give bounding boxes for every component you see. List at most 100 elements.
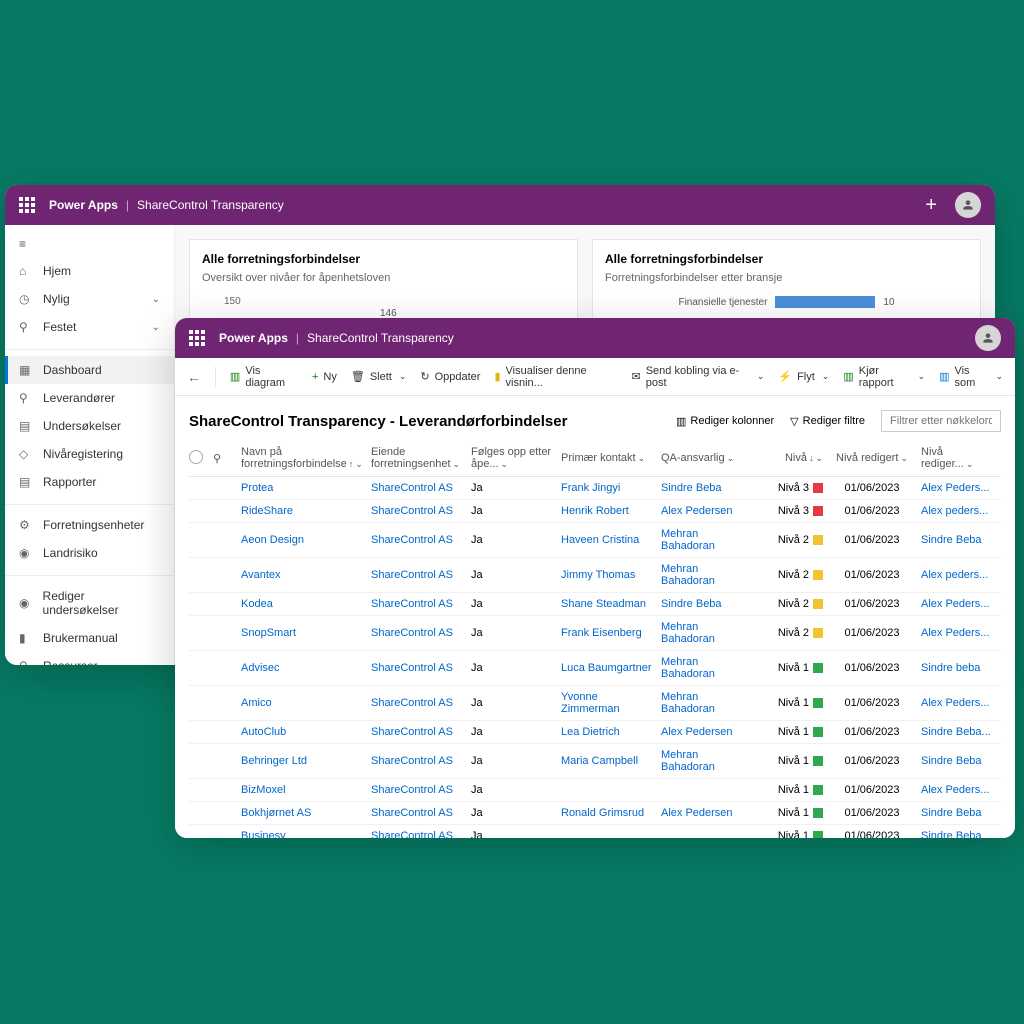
table-row[interactable]: Advisec ShareControl AS Ja Luca Baumgart…: [189, 651, 1001, 686]
editor-link[interactable]: Alex Peders...: [921, 697, 989, 709]
col-date[interactable]: Nivå redigert⌄: [827, 452, 917, 464]
user-avatar[interactable]: [975, 325, 1001, 351]
supplier-link[interactable]: Kodea: [241, 598, 273, 610]
app-launcher-icon[interactable]: [189, 330, 205, 346]
app-launcher-icon[interactable]: [19, 197, 35, 213]
owner-link[interactable]: ShareControl AS: [371, 807, 453, 819]
supplier-link[interactable]: Protea: [241, 482, 273, 494]
table-row[interactable]: Businesy ShareControl AS Ja Nivå 1 01/06…: [189, 825, 1001, 838]
nav-item-unders-kelser[interactable]: ▤Undersøkelser: [5, 412, 174, 440]
editor-link[interactable]: Alex peders...: [921, 569, 988, 581]
qa-link[interactable]: Mehran Bahadoran: [661, 691, 715, 715]
nav-item-festet[interactable]: ⚲Festet⌄: [5, 313, 174, 341]
contact-link[interactable]: Jimmy Thomas: [561, 569, 635, 581]
editor-link[interactable]: Alex Peders...: [921, 598, 989, 610]
show-diagram-button[interactable]: ▥Vis diagram: [230, 365, 298, 389]
owner-link[interactable]: ShareControl AS: [371, 755, 453, 767]
supplier-link[interactable]: Bokhjørnet AS: [241, 807, 311, 819]
editor-link[interactable]: Sindre Beba: [921, 755, 982, 767]
supplier-link[interactable]: Amico: [241, 697, 272, 709]
table-row[interactable]: Behringer Ltd ShareControl AS Ja Maria C…: [189, 744, 1001, 779]
qa-link[interactable]: Mehran Bahadoran: [661, 656, 715, 680]
editor-link[interactable]: Alex Peders...: [921, 784, 989, 796]
owner-link[interactable]: ShareControl AS: [371, 662, 453, 674]
owner-link[interactable]: ShareControl AS: [371, 482, 453, 494]
editor-link[interactable]: Sindre beba: [921, 662, 980, 674]
table-row[interactable]: Amico ShareControl AS Ja Yvonne Zimmerma…: [189, 686, 1001, 721]
supplier-link[interactable]: Avantex: [241, 569, 281, 581]
nav-item-hjem[interactable]: ⌂Hjem: [5, 257, 174, 285]
supplier-link[interactable]: Aeon Design: [241, 534, 304, 546]
flow-button[interactable]: ⚡Flyt⌄: [778, 370, 829, 383]
table-row[interactable]: RideShare ShareControl AS Ja Henrik Robe…: [189, 500, 1001, 523]
editor-link[interactable]: Sindre Beba: [921, 830, 982, 838]
table-row[interactable]: BizMoxel ShareControl AS Ja Nivå 1 01/06…: [189, 779, 1001, 802]
owner-link[interactable]: ShareControl AS: [371, 784, 453, 796]
user-avatar[interactable]: [955, 192, 981, 218]
table-row[interactable]: Kodea ShareControl AS Ja Shane Steadman …: [189, 593, 1001, 616]
contact-link[interactable]: Shane Steadman: [561, 598, 646, 610]
qa-link[interactable]: Mehran Bahadoran: [661, 563, 715, 587]
contact-link[interactable]: Frank Eisenberg: [561, 627, 642, 639]
editor-link[interactable]: Sindre Beba...: [921, 726, 991, 738]
col-qa[interactable]: QA-ansvarlig⌄: [657, 452, 757, 464]
supplier-link[interactable]: Businesy: [241, 830, 286, 838]
editor-link[interactable]: Alex peders...: [921, 505, 988, 517]
menu-toggle-icon[interactable]: ≡: [5, 231, 174, 257]
col-name[interactable]: Navn på forretningsforbindelse↑⌄: [237, 446, 367, 470]
supplier-link[interactable]: Advisec: [241, 662, 280, 674]
table-row[interactable]: Avantex ShareControl AS Ja Jimmy Thomas …: [189, 558, 1001, 593]
table-row[interactable]: SnopSmart ShareControl AS Ja Frank Eisen…: [189, 616, 1001, 651]
contact-link[interactable]: Frank Jingyi: [561, 482, 620, 494]
edit-columns-button[interactable]: ▥ Rediger kolonner: [676, 415, 774, 428]
qa-link[interactable]: Alex Pedersen: [661, 505, 733, 517]
nav-item-rapporter[interactable]: ▤Rapporter: [5, 468, 174, 496]
add-button[interactable]: +: [925, 194, 937, 217]
qa-link[interactable]: Alex Pedersen: [661, 807, 733, 819]
table-row[interactable]: Bokhjørnet AS ShareControl AS Ja Ronald …: [189, 802, 1001, 825]
edit-filters-button[interactable]: ▽ Rediger filtre: [790, 415, 865, 428]
contact-link[interactable]: Henrik Robert: [561, 505, 629, 517]
hierarchy-icon[interactable]: ⚲: [213, 452, 237, 465]
supplier-link[interactable]: AutoClub: [241, 726, 286, 738]
contact-link[interactable]: Lea Dietrich: [561, 726, 620, 738]
owner-link[interactable]: ShareControl AS: [371, 534, 453, 546]
editor-link[interactable]: Alex Peders...: [921, 627, 989, 639]
nav-item-dashboard[interactable]: ▦Dashboard: [5, 356, 174, 384]
nav-item-forretningsenheter[interactable]: ⚙Forretningsenheter: [5, 511, 174, 539]
qa-link[interactable]: Sindre Beba: [661, 598, 722, 610]
nav-item-landrisiko[interactable]: ◉Landrisiko: [5, 539, 174, 567]
supplier-link[interactable]: BizMoxel: [241, 784, 286, 796]
contact-link[interactable]: Ronald Grimsrud: [561, 807, 644, 819]
qa-link[interactable]: Mehran Bahadoran: [661, 528, 715, 552]
owner-link[interactable]: ShareControl AS: [371, 697, 453, 709]
table-row[interactable]: AutoClub ShareControl AS Ja Lea Dietrich…: [189, 721, 1001, 744]
editor-link[interactable]: Sindre Beba: [921, 534, 982, 546]
col-follow[interactable]: Følges opp etter åpe...⌄: [467, 446, 557, 470]
contact-link[interactable]: Yvonne Zimmerman: [561, 691, 620, 715]
table-row[interactable]: Protea ShareControl AS Ja Frank Jingyi S…: [189, 477, 1001, 500]
nav-item-ressurser[interactable]: ⚲Ressurser: [5, 652, 174, 665]
col-contact[interactable]: Primær kontakt⌄: [557, 452, 657, 464]
refresh-button[interactable]: ↻Oppdater: [420, 370, 480, 383]
editor-link[interactable]: Alex Peders...: [921, 482, 989, 494]
owner-link[interactable]: ShareControl AS: [371, 627, 453, 639]
select-all-checkbox[interactable]: [189, 450, 203, 464]
owner-link[interactable]: ShareControl AS: [371, 505, 453, 517]
col-level[interactable]: Nivå↓⌄: [757, 452, 827, 464]
visualize-button[interactable]: ▮Visualiser denne visnin...: [494, 365, 617, 389]
nav-item-niv-registering[interactable]: ◇Nivåregistering: [5, 440, 174, 468]
new-button[interactable]: +Ny: [312, 371, 337, 383]
nav-item-rediger-unders-kelser[interactable]: ◉Rediger undersøkelser: [5, 582, 174, 624]
owner-link[interactable]: ShareControl AS: [371, 598, 453, 610]
nav-item-brukermanual[interactable]: ▮Brukermanual: [5, 624, 174, 652]
qa-link[interactable]: Mehran Bahadoran: [661, 749, 715, 773]
qa-link[interactable]: Mehran Bahadoran: [661, 621, 715, 645]
keyword-filter-input[interactable]: [881, 410, 1001, 432]
owner-link[interactable]: ShareControl AS: [371, 726, 453, 738]
col-owner[interactable]: Eiende forretningsenhet⌄: [367, 446, 467, 470]
nav-item-nylig[interactable]: ◷Nylig⌄: [5, 285, 174, 313]
editor-link[interactable]: Sindre Beba: [921, 807, 982, 819]
supplier-link[interactable]: Behringer Ltd: [241, 755, 307, 767]
table-row[interactable]: Aeon Design ShareControl AS Ja Haveen Cr…: [189, 523, 1001, 558]
